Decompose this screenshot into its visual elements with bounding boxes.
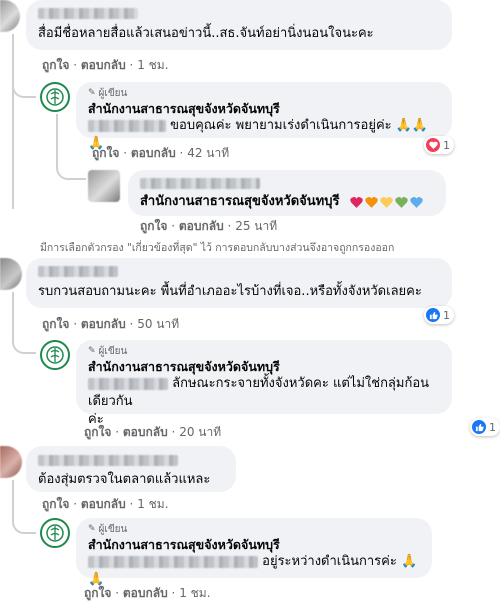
orange-heart-icon: [365, 196, 378, 208]
like-button[interactable]: ถูกใจ: [84, 425, 111, 439]
mention-tag[interactable]: [88, 377, 168, 390]
author-badge: ✎ ผู้เขียน: [88, 346, 128, 357]
health-logo-icon: [46, 88, 64, 106]
commenter-name[interactable]: [38, 455, 178, 466]
timestamp[interactable]: 50 นาที: [137, 317, 179, 331]
comment-text: รบกวนสอบถามนะคะ พื้นที่อำเภออะไรบ้างที่เ…: [38, 284, 422, 299]
like-reaction-icon: [426, 308, 440, 322]
love-reaction-icon: [426, 138, 440, 152]
avatar[interactable]: [0, 446, 22, 478]
reply-text: ลักษณะกระจายทั้งจังหวัดคะ แต่ไม่ใช่กลุ่ม…: [88, 376, 430, 409]
org-avatar[interactable]: [40, 518, 70, 548]
thread-line: [12, 34, 14, 209]
thread-line: [12, 480, 14, 520]
reply-bubble: ✎ ผู้เขียน สำนักงานสาธารณสุขจังหวัดจันทบ…: [76, 340, 452, 427]
comment-bubble: ต้องสุ่มตรวจในตลาดแล้วแหละ: [26, 446, 236, 492]
green-heart-icon: [395, 196, 408, 208]
timestamp[interactable]: 1 ชม.: [179, 586, 210, 600]
blue-heart-icon: [410, 196, 423, 208]
reply-button[interactable]: ตอบกลับ: [81, 497, 126, 511]
comment-bubble: สื่อมีชื่อหลายสื่อแล้วเสนอข่าวนี้..สธ.จั…: [26, 0, 452, 50]
timestamp[interactable]: 42 นาที: [187, 146, 229, 160]
like-button[interactable]: ถูกใจ: [92, 146, 119, 160]
reply-button[interactable]: ตอบกลับ: [131, 146, 176, 160]
comment-actions: ถูกใจ · ตอบกลับ · 1 ชม.: [42, 58, 169, 72]
reply-button[interactable]: ตอบกลับ: [81, 317, 126, 331]
reply-button[interactable]: ตอบกลับ: [179, 219, 224, 233]
thread-connector: [12, 336, 36, 354]
thread-line: [56, 114, 58, 166]
commenter-name[interactable]: [38, 266, 118, 277]
mention-tag[interactable]: [88, 119, 166, 132]
timestamp[interactable]: 1 ชม.: [137, 58, 168, 72]
mention-tag[interactable]: สำนักงานสาธารณสุขจังหวัดจันทบุรี: [140, 194, 339, 209]
thread-connector: [56, 160, 86, 180]
reply-button[interactable]: ตอบกลับ: [81, 58, 126, 72]
author-badge: ✎ ผู้เขียน: [88, 88, 128, 99]
like-button[interactable]: ถูกใจ: [42, 58, 69, 72]
reaction-count[interactable]: 1: [424, 306, 454, 324]
comment-text: ต้องสุ่มตรวจในตลาดแล้วแหละ: [38, 472, 211, 487]
reply-actions: ถูกใจ · ตอบกลับ · 42 นาที: [92, 146, 230, 160]
page-name[interactable]: สำนักงานสาธารณสุขจังหวัดจันทบุรี: [88, 536, 420, 553]
reply-text: อยู่ระหว่างดำเนินการค่ะ 🙏🙏: [88, 554, 418, 587]
comment-actions: ถูกใจ · ตอบกลับ · 1 ชม.: [42, 497, 169, 511]
reply-bubble: สำนักงานสาธารณสุขจังหวัดจันทบุรี: [128, 170, 446, 216]
timestamp[interactable]: 20 นาที: [179, 425, 221, 439]
avatar[interactable]: [88, 170, 120, 202]
reply-actions: ถูกใจ · ตอบกลับ · 20 นาที: [84, 425, 222, 439]
thread-connector: [12, 80, 36, 98]
like-button[interactable]: ถูกใจ: [42, 317, 69, 331]
reply-text: สำนักงานสาธารณสุขจังหวัดจันทบุรี: [140, 193, 434, 211]
health-logo-icon: [46, 524, 64, 542]
commenter-name[interactable]: [38, 8, 138, 19]
commenter-name[interactable]: [140, 177, 260, 189]
timestamp[interactable]: 25 นาที: [235, 219, 277, 233]
page-name[interactable]: สำนักงานสาธารณสุขจังหวัดจันทบุรี: [88, 100, 440, 117]
mention-tag[interactable]: [88, 555, 258, 568]
thread-line: [12, 292, 14, 340]
reply-button[interactable]: ตอบกลับ: [123, 586, 168, 600]
reply-bubble: ✎ ผู้เขียน สำนักงานสาธารณสุขจังหวัดจันทบ…: [76, 518, 432, 587]
hearts-emoji: [350, 196, 423, 208]
comment-bubble: รบกวนสอบถามนะคะ พื้นที่อำเภออะไรบ้างที่เ…: [26, 258, 452, 308]
avatar[interactable]: [0, 0, 20, 32]
health-logo-icon: [46, 346, 64, 364]
org-avatar[interactable]: [40, 340, 70, 370]
like-button[interactable]: ถูกใจ: [140, 219, 167, 233]
reply-button[interactable]: ตอบกลับ: [123, 425, 168, 439]
page-name[interactable]: สำนักงานสาธารณสุขจังหวัดจันทบุรี: [88, 358, 440, 375]
filter-notice: มีการเลือกตัวกรอง "เกี่ยวข้องที่สุด" ไว้…: [40, 242, 395, 254]
pencil-icon: ✎: [88, 524, 96, 534]
pencil-icon: ✎: [88, 88, 96, 98]
org-avatar[interactable]: [40, 82, 70, 112]
avatar[interactable]: [0, 258, 22, 290]
author-badge: ✎ ผู้เขียน: [88, 524, 128, 535]
comment-actions: ถูกใจ · ตอบกลับ · 50 นาที: [42, 317, 180, 331]
reaction-count[interactable]: 1: [424, 136, 454, 154]
like-button[interactable]: ถูกใจ: [42, 497, 69, 511]
reply-actions: ถูกใจ · ตอบกลับ · 1 ชม.: [84, 586, 211, 600]
like-button[interactable]: ถูกใจ: [84, 586, 111, 600]
reaction-count[interactable]: 1: [470, 418, 500, 436]
like-reaction-icon: [472, 420, 486, 434]
comment-text: สื่อมีชื่อหลายสื่อแล้วเสนอข่าวนี้..สธ.จั…: [38, 26, 374, 41]
pencil-icon: ✎: [88, 346, 96, 356]
reply-actions: ถูกใจ · ตอบกลับ · 25 นาที: [140, 219, 278, 233]
red-heart-icon: [350, 196, 363, 208]
yellow-heart-icon: [380, 196, 393, 208]
reply-bubble: ✎ ผู้เขียน สำนักงานสาธารณสุขจังหวัดจันทบ…: [76, 82, 452, 151]
timestamp[interactable]: 1 ชม.: [137, 497, 168, 511]
thread-connector: [12, 516, 36, 534]
